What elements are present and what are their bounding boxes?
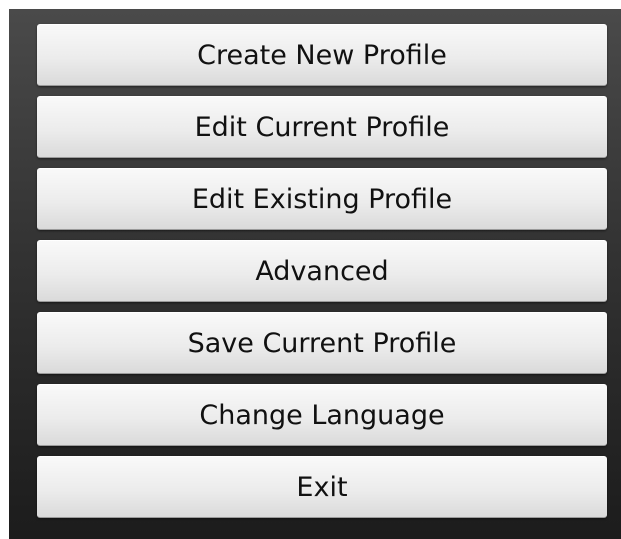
change-language-button[interactable]: Change Language: [37, 384, 607, 446]
edit-existing-profile-label: Edit Existing Profile: [191, 183, 453, 215]
edit-current-profile-button[interactable]: Edit Current Profile: [37, 96, 607, 158]
advanced-button[interactable]: Advanced: [37, 240, 607, 302]
advanced-label: Advanced: [255, 255, 389, 287]
save-current-profile-label: Save Current Profile: [187, 327, 457, 359]
create-new-profile-label: Create New Profile: [197, 39, 447, 71]
menu-dialog: Create New Profile Edit Current Profile …: [9, 9, 621, 539]
save-current-profile-button[interactable]: Save Current Profile: [37, 312, 607, 374]
create-new-profile-button[interactable]: Create New Profile: [37, 24, 607, 86]
edit-current-profile-label: Edit Current Profile: [194, 111, 450, 143]
edit-existing-profile-button[interactable]: Edit Existing Profile: [37, 168, 607, 230]
exit-label: Exit: [296, 471, 348, 503]
change-language-label: Change Language: [199, 399, 445, 431]
exit-button[interactable]: Exit: [37, 456, 607, 518]
